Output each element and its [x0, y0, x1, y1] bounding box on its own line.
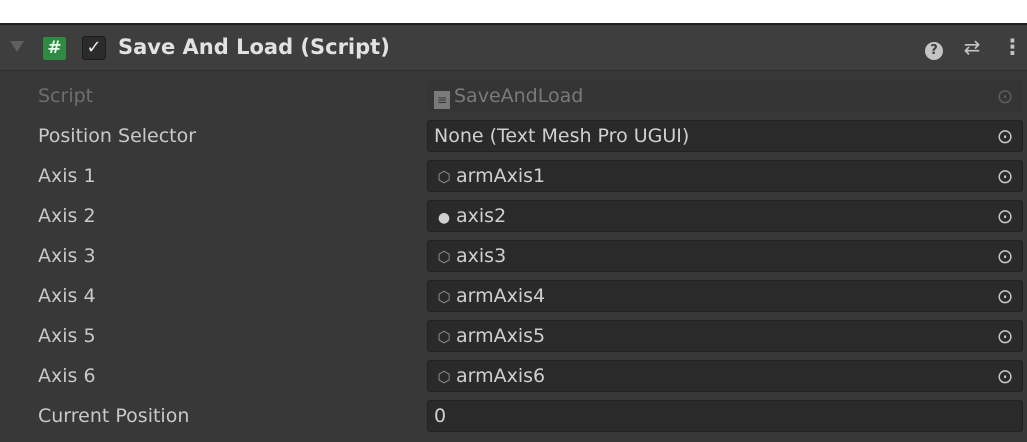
field-row-current-position: Current Position 0 [0, 396, 1027, 436]
field-value-axis-4: armAxis4 [456, 285, 546, 307]
component-header[interactable]: # ✓ Save And Load (Script) ? ⇄ ⋮ [0, 25, 1027, 71]
field-row-axis-3: Axis 3 ⬡ axis3 ⊙ [0, 236, 1027, 276]
position-selector-field[interactable]: None (Text Mesh Pro UGUI) ⊙ [427, 120, 1023, 152]
object-picker-icon[interactable]: ⊙ [988, 121, 1022, 151]
component-title: Save And Load (Script) [118, 35, 390, 59]
field-row-axis-4: Axis 4 ⬡ armAxis4 ⊙ [0, 276, 1027, 316]
gameobject-icon: ⬡ [437, 168, 451, 186]
context-menu-icon[interactable]: ⋮ [1002, 25, 1023, 70]
object-picker-icon[interactable]: ⊙ [988, 241, 1022, 271]
help-icon[interactable]: ? [922, 25, 946, 70]
field-label-axis-1: Axis 1 [38, 165, 96, 187]
field-value-position-selector: None (Text Mesh Pro UGUI) [434, 125, 690, 147]
field-value-current-position: 0 [434, 405, 447, 427]
gameobject-icon: ⬡ [437, 248, 451, 266]
gameobject-icon: ⬡ [437, 288, 451, 306]
window-top-strip [0, 0, 1027, 23]
foldout-arrow-icon[interactable] [10, 41, 24, 52]
field-value-script: SaveAndLoad [454, 85, 584, 107]
script-reference-field: ≡ SaveAndLoad ⊙ [427, 80, 1023, 112]
script-asset-icon: ≡ [434, 91, 450, 109]
gameobject-icon: ⬡ [437, 368, 451, 386]
object-picker-icon[interactable]: ⊙ [988, 201, 1022, 231]
component-enabled-checkbox[interactable]: ✓ [82, 36, 106, 60]
field-label-script: Script [38, 85, 94, 107]
axis-1-field[interactable]: ⬡ armAxis1 ⊙ [427, 160, 1023, 192]
field-row-axis-6: Axis 6 ⬡ armAxis6 ⊙ [0, 356, 1027, 396]
field-value-axis-6: armAxis6 [456, 365, 546, 387]
gameobject-icon: ⬡ [437, 328, 451, 346]
axis-2-field[interactable]: ● axis2 ⊙ [427, 200, 1023, 232]
field-value-axis-1: armAxis1 [456, 165, 546, 187]
help-icon-glyph: ? [925, 42, 943, 60]
axis-6-field[interactable]: ⬡ armAxis6 ⊙ [427, 360, 1023, 392]
current-position-input[interactable]: 0 [427, 400, 1023, 432]
object-picker-icon[interactable]: ⊙ [988, 281, 1022, 311]
field-row-position-selector: Position Selector None (Text Mesh Pro UG… [0, 116, 1027, 156]
field-label-current-position: Current Position [38, 405, 190, 427]
axis-5-field[interactable]: ⬡ armAxis5 ⊙ [427, 320, 1023, 352]
presets-icon[interactable]: ⇄ [959, 25, 985, 70]
field-row-axis-1: Axis 1 ⬡ armAxis1 ⊙ [0, 156, 1027, 196]
field-label-axis-2: Axis 2 [38, 205, 96, 227]
axis-3-field[interactable]: ⬡ axis3 ⊙ [427, 240, 1023, 272]
field-row-script: Script ≡ SaveAndLoad ⊙ [0, 76, 1027, 116]
field-label-axis-6: Axis 6 [38, 365, 96, 387]
field-label-position-selector: Position Selector [38, 125, 197, 147]
script-component-icon: # [43, 37, 66, 60]
sphere-icon: ● [437, 210, 451, 226]
field-label-axis-3: Axis 3 [38, 245, 96, 267]
object-picker-icon[interactable]: ⊙ [988, 361, 1022, 391]
field-label-axis-4: Axis 4 [38, 285, 96, 307]
axis-4-field[interactable]: ⬡ armAxis4 ⊙ [427, 280, 1023, 312]
field-row-axis-5: Axis 5 ⬡ armAxis5 ⊙ [0, 316, 1027, 356]
field-value-axis-2: axis2 [456, 205, 507, 227]
field-row-axis-2: Axis 2 ● axis2 ⊙ [0, 196, 1027, 236]
object-picker-icon[interactable]: ⊙ [988, 161, 1022, 191]
field-value-axis-5: armAxis5 [456, 325, 546, 347]
object-picker-icon: ⊙ [996, 84, 1014, 108]
field-value-axis-3: axis3 [456, 245, 507, 267]
object-picker-icon[interactable]: ⊙ [988, 321, 1022, 351]
field-label-axis-5: Axis 5 [38, 325, 96, 347]
